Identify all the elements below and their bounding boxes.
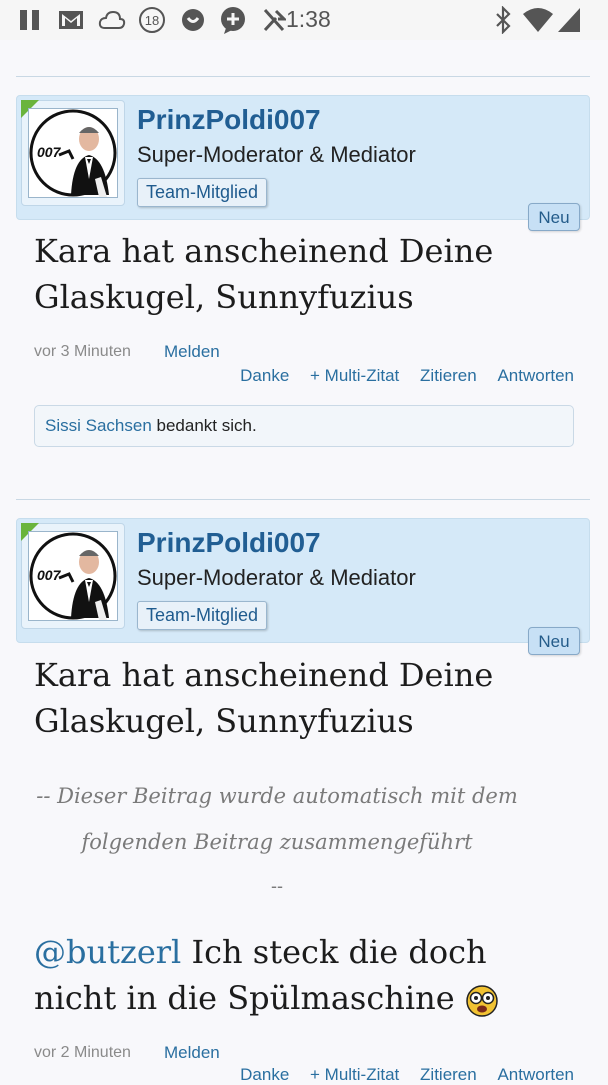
svg-text:007: 007 xyxy=(37,567,62,583)
user-title: Super-Moderator & Mediator xyxy=(137,565,416,590)
cell-signal-icon xyxy=(558,8,580,32)
svg-text:18: 18 xyxy=(145,13,159,28)
report-link[interactable]: Melden xyxy=(164,342,220,362)
status-bar: 18 1:38 xyxy=(0,0,608,40)
message-user-info: 007 PrinzPoldi007 Super-Moderator & Medi… xyxy=(16,518,590,643)
likes-text: bedankt sich. xyxy=(156,416,257,435)
no-signal-icon xyxy=(263,8,286,32)
username[interactable]: PrinzPoldi007 xyxy=(137,527,321,559)
refresh-icon xyxy=(182,9,204,31)
quote-button[interactable]: Zitieren xyxy=(420,1065,477,1084)
avatar-frame: 007 xyxy=(21,100,125,206)
message-content-2: @butzerl Ich steck die doch nicht in die… xyxy=(34,929,574,1021)
multiquote-button[interactable]: + Multi-Zitat xyxy=(310,1065,399,1084)
message-content: Kara hat anscheinend Deine Glaskugel, Su… xyxy=(34,232,494,316)
post-time[interactable]: vor 2 Minuten xyxy=(34,1044,131,1062)
user-banner: Team-Mitglied xyxy=(137,178,268,207)
user-title: Super-Moderator & Mediator xyxy=(137,142,416,167)
post-actions: Danke + Multi-Zitat Zitieren Antworten xyxy=(224,366,574,386)
post-divider xyxy=(16,499,590,500)
badge-18-icon: 18 xyxy=(139,7,165,33)
clock: 1:38 xyxy=(286,6,331,32)
username[interactable]: PrinzPoldi007 xyxy=(137,104,321,136)
cloud-icon xyxy=(98,10,126,29)
quote-button[interactable]: Zitieren xyxy=(420,366,477,385)
post-divider xyxy=(16,76,590,77)
wifi-icon xyxy=(523,8,553,32)
new-badge: Neu xyxy=(528,627,580,655)
mention-link[interactable]: @butzerl xyxy=(34,933,181,971)
avatar-frame: 007 xyxy=(21,523,125,629)
merge-notice: -- Dieser Beitrag wurde automatisch mit … xyxy=(36,784,518,854)
likes-summary: Sissi Sachsen bedankt sich. xyxy=(34,405,574,447)
svg-text:007: 007 xyxy=(37,144,62,160)
reply-button[interactable]: Antworten xyxy=(497,1065,574,1084)
bluetooth-icon xyxy=(496,6,511,34)
message-content: Kara hat anscheinend Deine Glaskugel, Su… xyxy=(34,656,494,740)
avatar-007-image: 007 xyxy=(29,109,117,197)
shocked-emoji-icon xyxy=(466,984,498,1017)
merge-end: -- xyxy=(271,876,283,896)
multiquote-button[interactable]: + Multi-Zitat xyxy=(310,366,399,385)
avatar-007-image: 007 xyxy=(29,532,117,620)
liker-link[interactable]: Sissi Sachsen xyxy=(45,416,152,435)
avatar[interactable]: 007 xyxy=(28,108,118,198)
post-time[interactable]: vor 3 Minuten xyxy=(34,343,131,361)
report-link[interactable]: Melden xyxy=(164,1043,220,1063)
new-badge: Neu xyxy=(528,203,580,231)
like-button[interactable]: Danke xyxy=(240,1065,289,1084)
avatar[interactable]: 007 xyxy=(28,531,118,621)
user-banner: Team-Mitglied xyxy=(137,601,268,630)
pause-icon xyxy=(20,10,39,30)
gmail-icon xyxy=(59,11,83,29)
post-actions: Danke + Multi-Zitat Zitieren Antworten xyxy=(224,1065,574,1085)
like-button[interactable]: Danke xyxy=(240,366,289,385)
reply-button[interactable]: Antworten xyxy=(497,366,574,385)
message-user-info: 007 PrinzPoldi007 Super-Moderator & Medi… xyxy=(16,95,590,220)
add-chat-icon xyxy=(221,7,245,34)
